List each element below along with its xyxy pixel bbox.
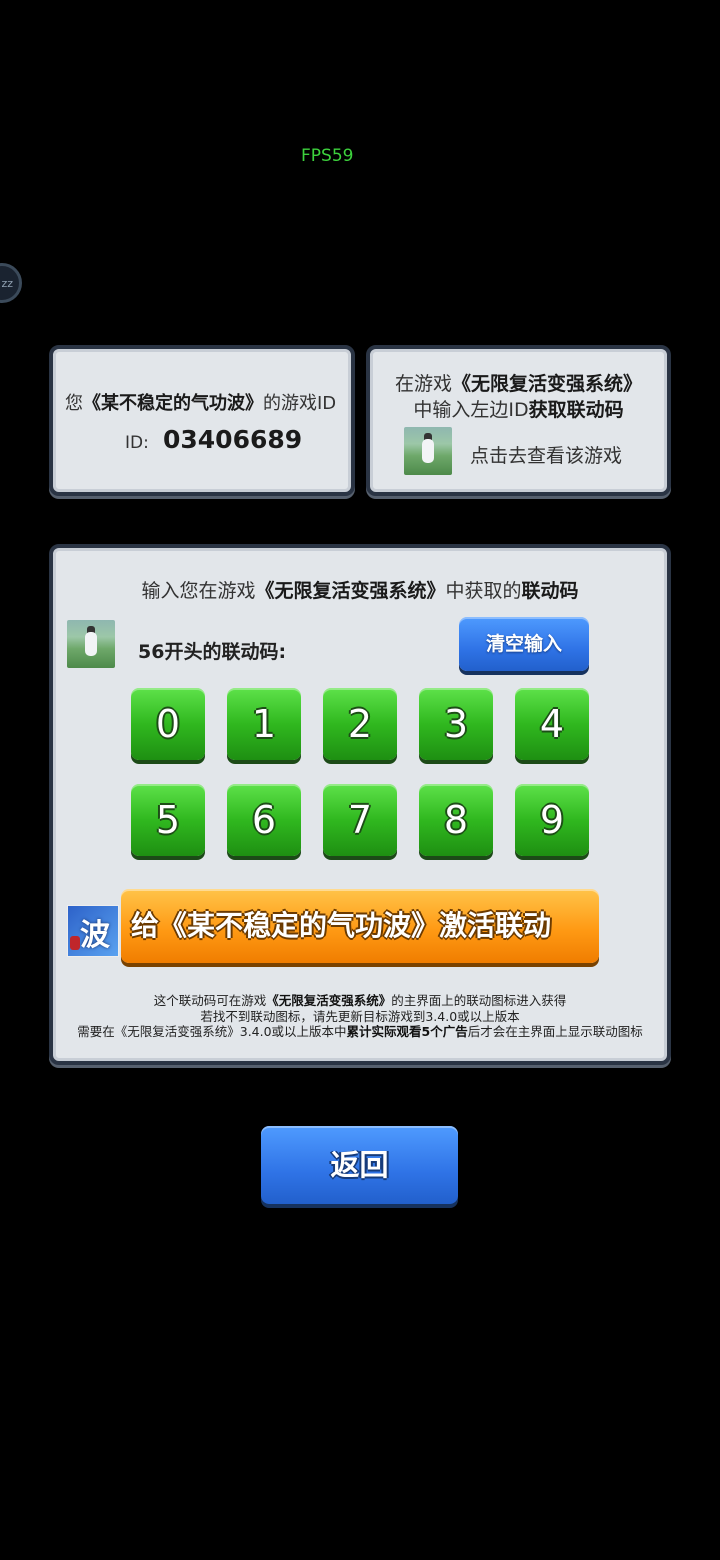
caption-prefix: 您 [65, 393, 83, 414]
note-line-3: 需要在《无限复活变强系统》3.4.0或以上版本中累计实际观看5个广告后才会在主界… [53, 1021, 667, 1040]
key-4[interactable]: 4 [515, 688, 589, 760]
fps-counter: FPS59 [301, 146, 354, 166]
view-game-link[interactable]: 点击去查看该游戏 [470, 441, 622, 468]
back-button[interactable]: 返回 [261, 1126, 458, 1204]
activate-link-button[interactable]: 给《某不稳定的气功波》激活联动 [121, 889, 599, 963]
target-game-thumbnail [67, 620, 115, 668]
key-1[interactable]: 1 [227, 688, 301, 760]
key-0[interactable]: 0 [131, 688, 205, 760]
game-logo-icon: 波 [67, 905, 119, 957]
line2-bold: 获取联动码 [528, 399, 624, 421]
note3-bold: 累计实际观看5个广告 [346, 1024, 468, 1039]
line1-game: 《无限复活变强系统》 [452, 373, 643, 395]
logo-char: 波 [80, 918, 110, 953]
game-id-panel: 您《某不稳定的气功波》的游戏ID ID: 03406689 [49, 345, 355, 496]
title-bold: 联动码 [521, 580, 579, 602]
line2-prefix: 中输入左边ID [413, 399, 529, 421]
target-game-thumbnail[interactable] [404, 427, 452, 475]
title-mid: 中获取的 [445, 580, 522, 602]
key-9[interactable]: 9 [515, 784, 589, 856]
game-id-caption: 您《某不稳定的气功波》的游戏ID [65, 389, 336, 415]
side-tab-icon[interactable]: zz [0, 263, 22, 303]
target-game-panel[interactable]: 在游戏《无限复活变强系统》 中输入左边ID获取联动码 点击去查看该游戏 [366, 345, 671, 496]
link-code-title: 输入您在游戏《无限复活变强系统》中获取的联动码 [53, 576, 667, 603]
title-game: 《无限复活变强系统》 [255, 580, 446, 602]
caption-suffix: 的游戏ID [263, 393, 337, 414]
key-3[interactable]: 3 [419, 688, 493, 760]
title-prefix: 输入您在游戏 [141, 580, 256, 602]
code-prefix-label: 56开头的联动码: [138, 641, 287, 663]
key-5[interactable]: 5 [131, 784, 205, 856]
note3-suffix: 后才会在主界面上显示联动图标 [467, 1024, 643, 1039]
target-game-line1: 在游戏《无限复活变强系统》 [370, 369, 667, 396]
key-2[interactable]: 2 [323, 688, 397, 760]
caption-game-title: 《某不稳定的气功波》 [83, 393, 263, 414]
line1-prefix: 在游戏 [394, 373, 452, 395]
note3-prefix: 需要在《无限复活变强系统》3.4.0或以上版本中 [77, 1024, 347, 1039]
id-label: ID: [125, 433, 149, 453]
target-game-line2: 中输入左边ID获取联动码 [370, 395, 667, 422]
key-8[interactable]: 8 [419, 784, 493, 856]
link-code-panel: 输入您在游戏《无限复活变强系统》中获取的联动码 56开头的联动码: 清空输入 0… [49, 544, 671, 1065]
game-id-value: 03406689 [163, 425, 303, 454]
key-7[interactable]: 7 [323, 784, 397, 856]
clear-input-button[interactable]: 清空输入 [459, 617, 589, 671]
key-6[interactable]: 6 [227, 784, 301, 856]
